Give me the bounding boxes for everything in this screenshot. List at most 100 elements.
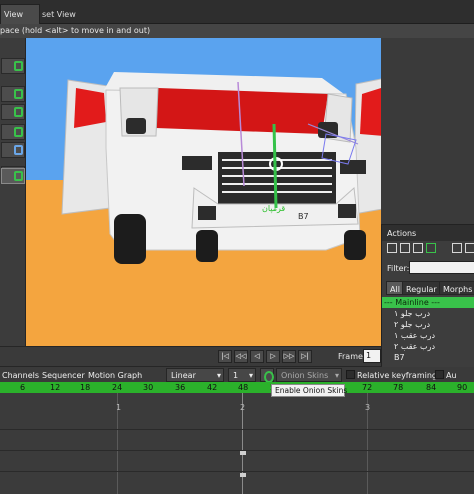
relative-keyframing-checkbox[interactable] [346, 370, 355, 379]
actions-list: --- Mainline --- درب جلو ۱ درب جلو ۲ درب… [382, 295, 474, 367]
onion-skins-dropdown[interactable]: Onion Skins ▾ [276, 368, 342, 382]
ruler-tick-label: 36 [175, 383, 186, 392]
step-forward-button[interactable]: ▷▷ [282, 350, 296, 363]
delete-action-icon[interactable] [413, 243, 423, 253]
frame-input[interactable]: 1 [363, 349, 381, 363]
tool-column [0, 38, 26, 348]
actions-toolbar [382, 241, 474, 255]
car-left-door-window [74, 88, 106, 128]
list-item-mainline[interactable]: --- Mainline --- [382, 297, 474, 308]
car-headlight-left [182, 156, 212, 170]
go-to-end-button[interactable]: ▷| [298, 350, 312, 363]
go-to-start-icon: |◁ [221, 352, 229, 360]
car-right-door-window [360, 88, 381, 136]
actions-panel: Actions Filter: All Regular Morphs --- M… [381, 224, 474, 367]
keyframe-marker[interactable] [240, 473, 246, 477]
play-backward-button[interactable]: ◁ [250, 350, 264, 363]
refresh-tool-button[interactable] [1, 168, 25, 184]
step-back-icon: ◁◁ [235, 352, 247, 360]
play-backward-icon: ◁ [254, 352, 260, 360]
step-dropdown[interactable]: 1 ▾ [228, 368, 256, 382]
ruler-tick-label: 90 [457, 383, 468, 392]
action-properties-icon[interactable] [426, 243, 436, 253]
actions-title: Actions [387, 229, 417, 238]
ground-label-persian: قرمپان [262, 204, 286, 213]
car-wheel-front-right [344, 230, 366, 260]
car-wheel-front-left [196, 230, 218, 262]
play-icon: ▷ [270, 352, 276, 360]
list-item[interactable]: درب عقب ۱ [382, 330, 474, 341]
timeline-key-number: 1 [116, 403, 122, 412]
car-fog-light-left [198, 206, 216, 220]
action-name: B7 [394, 353, 405, 362]
tab-asset-label: set View [42, 10, 76, 19]
tab-morphs[interactable]: Morphs [439, 281, 474, 295]
copy-action-icon[interactable] [465, 243, 474, 253]
chevron-down-icon: ▾ [334, 371, 339, 380]
onion-skin-toggle-button[interactable] [260, 368, 274, 383]
timeline-key-number: 3 [365, 403, 371, 412]
go-to-start-button[interactable]: |◁ [218, 350, 232, 363]
play-button[interactable]: ▷ [266, 350, 280, 363]
ground-label-b7: B7 [298, 212, 309, 221]
rig-bone-vertical [272, 123, 278, 209]
timeline-row-divider [0, 450, 474, 451]
go-to-end-icon: ▷| [301, 352, 309, 360]
bone-icon [14, 127, 23, 137]
list-item[interactable]: درب عقب ۲ [382, 341, 474, 352]
ruler-tick-label: 84 [426, 383, 437, 392]
actions-title-bar: Actions [382, 225, 474, 241]
auto-checkbox[interactable] [435, 370, 444, 379]
step-back-button[interactable]: ◁◁ [234, 350, 248, 363]
ruler-tick-label: 6 [20, 383, 26, 392]
list-item[interactable]: درب جلو ۲ [382, 319, 474, 330]
new-action-icon[interactable] [387, 243, 397, 253]
camera-icon [14, 145, 23, 155]
frame-ruler[interactable]: 6 12 18 24 30 36 42 48 54 60 66 72 78 84… [0, 382, 474, 393]
action-name: درب جلو ۲ [394, 320, 431, 329]
interpolation-dropdown[interactable]: Linear ▾ [166, 368, 224, 382]
timeline-key-number: 2 [240, 403, 246, 412]
tab-asset-view[interactable]: set View [40, 5, 340, 24]
filter-input[interactable] [409, 261, 474, 274]
timeline-header: Channels Sequencer Motion Graph Linear ▾ … [0, 366, 474, 383]
duplicate-action-icon[interactable] [400, 243, 410, 253]
list-item[interactable]: B7 [382, 352, 474, 363]
action-name: درب جلو ۱ [394, 309, 431, 318]
frame-label: Frame [338, 352, 363, 361]
car-fog-light-right [338, 204, 356, 218]
top-tab-strip: View set View [0, 0, 474, 24]
tab-view-label: View [4, 10, 23, 19]
onion-skins-tooltip: Enable Onion Skins [271, 384, 347, 397]
scale-tool-button[interactable] [1, 104, 25, 120]
list-item[interactable]: درب جلو ۱ [382, 308, 474, 319]
bone-tool-button[interactable] [1, 124, 25, 140]
rotate-tool-button[interactable] [1, 86, 25, 102]
translate-tool-button[interactable] [1, 58, 25, 74]
viewport-hint: pace (hold <alt> to move in and out) [0, 26, 151, 35]
scale-icon [14, 107, 23, 117]
insert-action-icon[interactable] [452, 243, 462, 253]
timeline-track-area[interactable]: 1 2 3 [0, 393, 474, 494]
ruler-tick-label: 42 [207, 383, 218, 392]
tab-sequencer[interactable]: Sequencer [42, 371, 85, 380]
chevron-down-icon: ▾ [216, 371, 221, 380]
tab-motion-graph[interactable]: Motion Graph [88, 371, 142, 380]
tab-view[interactable]: View [0, 4, 40, 24]
interpolation-value: Linear [171, 371, 196, 380]
keyframe-marker[interactable] [240, 451, 246, 455]
ruler-tick-label: 18 [80, 383, 91, 392]
step-forward-icon: ▷▷ [283, 352, 295, 360]
ruler-tick-label: 78 [393, 383, 404, 392]
action-name: درب عقب ۱ [394, 331, 436, 340]
tab-regular[interactable]: Regular [402, 281, 441, 295]
rotate-icon [14, 89, 23, 99]
camera-tool-button[interactable] [1, 142, 25, 158]
car-headlight-right [340, 160, 366, 174]
ruler-tick-label: 72 [362, 383, 373, 392]
action-name: --- Mainline --- [384, 298, 440, 307]
scene-viewport[interactable]: قرمپان B7 [26, 38, 381, 346]
car-windshield [156, 88, 328, 134]
auto-label: Au [446, 371, 457, 380]
tab-channels[interactable]: Channels [2, 371, 39, 380]
